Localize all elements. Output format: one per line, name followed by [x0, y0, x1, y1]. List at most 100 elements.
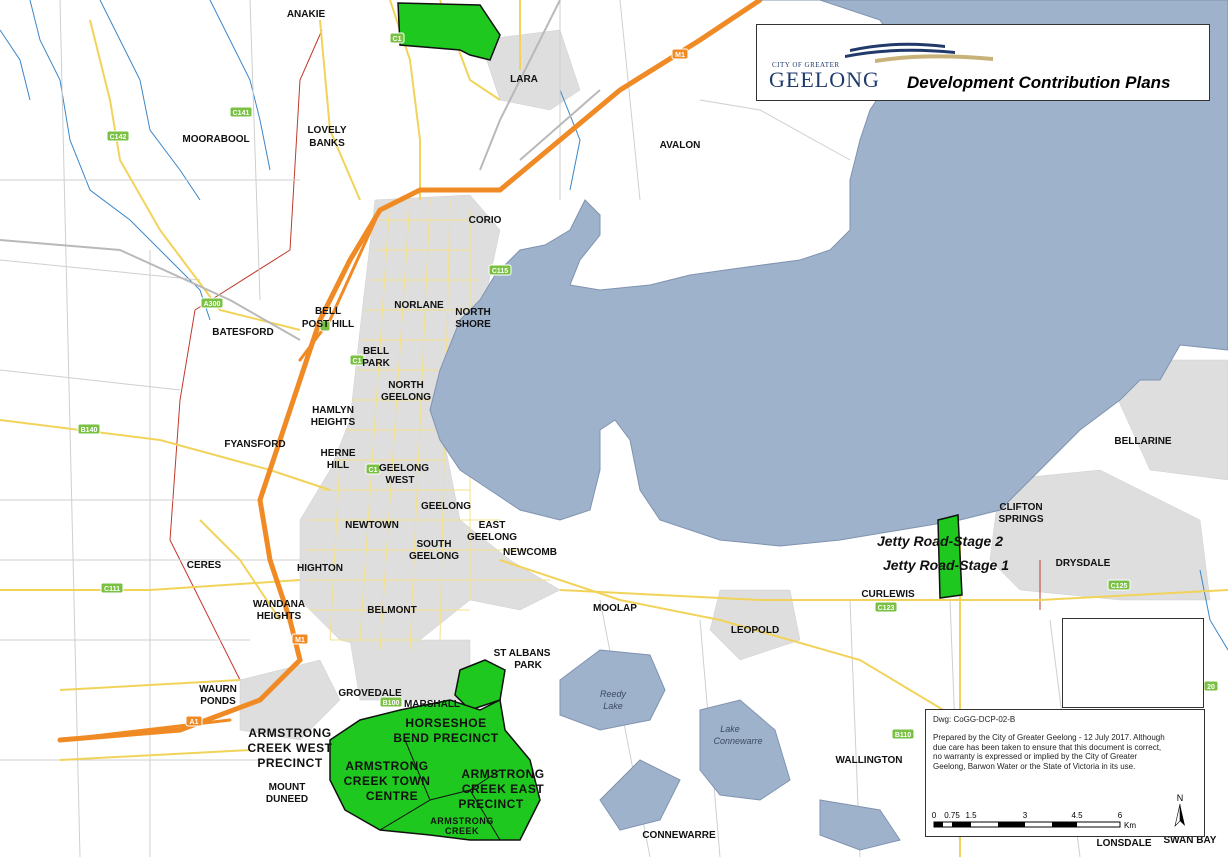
label-bellarine: BELLARINE: [1114, 436, 1172, 447]
label-anakie: ANAKIE: [287, 9, 326, 20]
svg-text:PRECINCT: PRECINCT: [458, 797, 524, 811]
svg-text:M1: M1: [295, 637, 305, 644]
svg-text:GEELONG: GEELONG: [409, 551, 459, 562]
label-leopold: LEOPOLD: [731, 625, 779, 636]
label-belmont: BELMONT: [367, 605, 416, 616]
svg-text:0: 0: [932, 811, 937, 820]
svg-text:C115: C115: [492, 268, 508, 275]
svg-text:C141: C141: [233, 110, 250, 117]
label-armstrong-creek-town-centre: ARMSTRONG: [345, 759, 428, 773]
label-highton: HIGHTON: [297, 563, 343, 574]
svg-text:PARK: PARK: [514, 660, 542, 671]
label-north-shore: NORTH: [455, 307, 491, 318]
label-bell-post-hill: BELL: [315, 306, 341, 317]
svg-text:M1: M1: [675, 52, 685, 59]
label-lara: LARA: [510, 74, 538, 85]
svg-text:CREEK EAST: CREEK EAST: [462, 782, 545, 796]
label-ceres: CERES: [187, 560, 222, 571]
svg-text:1.5: 1.5: [965, 811, 977, 820]
svg-text:C125: C125: [1111, 583, 1128, 590]
svg-text:C123: C123: [878, 605, 895, 612]
label-st-albans-park: ST ALBANS: [494, 648, 551, 659]
map-canvas: M1 M1 A1 A300 C141 C142 C115 C111 C123 C…: [0, 0, 1228, 857]
label-grovedale: GROVEDALE: [338, 688, 402, 699]
label-norlane: NORLANE: [394, 300, 444, 311]
label-north-geelong: NORTH: [388, 380, 424, 391]
label-avalon: AVALON: [660, 140, 701, 151]
svg-text:Connewarre: Connewarre: [713, 736, 762, 746]
svg-text:GEELONG: GEELONG: [381, 392, 431, 403]
label-newtown: NEWTOWN: [345, 520, 399, 531]
disclaimer-text: Prepared by the City of Greater Geelong …: [933, 733, 1165, 771]
svg-text:POST HILL: POST HILL: [302, 319, 354, 330]
svg-text:C142: C142: [110, 134, 127, 141]
label-curlewis: CURLEWIS: [861, 589, 915, 600]
info-panel: Dwg: CoGG-DCP-02-B Prepared by the City …: [925, 709, 1205, 837]
label-lovely-banks: LOVELY: [307, 125, 346, 136]
label-newcomb: NEWCOMB: [503, 547, 557, 558]
label-corio: CORIO: [469, 215, 502, 226]
north-arrow-icon: N: [1174, 793, 1185, 827]
label-waurn-ponds: WAURN: [199, 684, 237, 695]
logo-swoosh-icon: [845, 42, 993, 63]
svg-text:CREEK WEST: CREEK WEST: [247, 741, 332, 755]
label-armstrong-creek-west: ARMSTRONG: [248, 726, 331, 740]
label-bell-park: BELL: [363, 346, 389, 357]
svg-text:CENTRE: CENTRE: [366, 789, 418, 803]
svg-text:HILL: HILL: [327, 460, 349, 471]
svg-text:A300: A300: [204, 301, 221, 308]
svg-text:6: 6: [1118, 811, 1123, 820]
label-jetty-road-stage-2: Jetty Road-Stage 2: [877, 533, 1003, 549]
logo-geelong-text: GEELONG: [769, 67, 880, 92]
label-geelong: GEELONG: [421, 501, 471, 512]
scale-bar: 0 0.75 1.5 3 4.5 6 Km: [932, 811, 1136, 830]
label-wandana-heights: WANDANA: [253, 599, 305, 610]
svg-text:20: 20: [1207, 684, 1215, 691]
svg-text:PRECINCT: PRECINCT: [257, 756, 323, 770]
label-clifton-springs: CLIFTON: [999, 502, 1042, 513]
svg-text:HEIGHTS: HEIGHTS: [311, 417, 356, 428]
label-armstrong-creek: ARMSTRONG: [430, 816, 494, 826]
label-east-geelong: EAST: [479, 520, 506, 531]
svg-text:BANKS: BANKS: [309, 138, 345, 149]
svg-text:B140: B140: [81, 427, 98, 434]
svg-text:C1: C1: [369, 467, 378, 474]
label-moorabool: MOORABOOL: [182, 134, 249, 145]
label-geelong-west: GEELONG: [379, 463, 429, 474]
label-drysdale: DRYSDALE: [1056, 558, 1111, 569]
label-connewarre: CONNEWARRE: [642, 830, 716, 841]
svg-text:A1: A1: [190, 719, 199, 726]
label-south-geelong: SOUTH: [417, 539, 452, 550]
label-herne-hill: HERNE: [320, 448, 355, 459]
map-title: Development Contribution Plans: [907, 73, 1171, 92]
svg-text:B100: B100: [383, 700, 400, 707]
svg-text:Km: Km: [1124, 821, 1136, 830]
svg-text:N: N: [1177, 793, 1184, 803]
svg-text:CREEK TOWN: CREEK TOWN: [344, 774, 431, 788]
svg-text:4.5: 4.5: [1071, 811, 1083, 820]
label-batesford: BATESFORD: [212, 327, 273, 338]
svg-text:CREEK: CREEK: [445, 826, 479, 836]
svg-text:Lake: Lake: [603, 701, 623, 711]
legend-panel: [1062, 618, 1204, 708]
svg-text:DUNEED: DUNEED: [266, 794, 308, 805]
svg-text:C1: C1: [353, 358, 362, 365]
label-lonsdale: LONSDALE: [1097, 838, 1152, 849]
svg-text:SHORE: SHORE: [455, 319, 491, 330]
svg-text:BEND PRECINCT: BEND PRECINCT: [393, 731, 498, 745]
svg-text:HEIGHTS: HEIGHTS: [257, 611, 302, 622]
svg-text:WEST: WEST: [386, 475, 415, 486]
svg-text:B110: B110: [895, 732, 911, 739]
label-jetty-road-stage-1: Jetty Road-Stage 1: [883, 557, 1009, 573]
label-mount-duneed: MOUNT: [269, 782, 306, 793]
label-marshall: MARSHALL: [404, 699, 460, 710]
svg-text:GEELONG: GEELONG: [467, 532, 517, 543]
label-lake-connewarre: Lake: [720, 724, 740, 734]
label-moolap: MOOLAP: [593, 603, 637, 614]
label-reedy-lake: Reedy: [600, 689, 627, 699]
svg-text:C111: C111: [104, 586, 120, 593]
label-armstrong-creek-east: ARMSTRONG: [461, 767, 544, 781]
svg-text:PARK: PARK: [362, 358, 390, 369]
label-hamlyn-heights: HAMLYN: [312, 405, 354, 416]
label-wallington: WALLINGTON: [835, 755, 902, 766]
